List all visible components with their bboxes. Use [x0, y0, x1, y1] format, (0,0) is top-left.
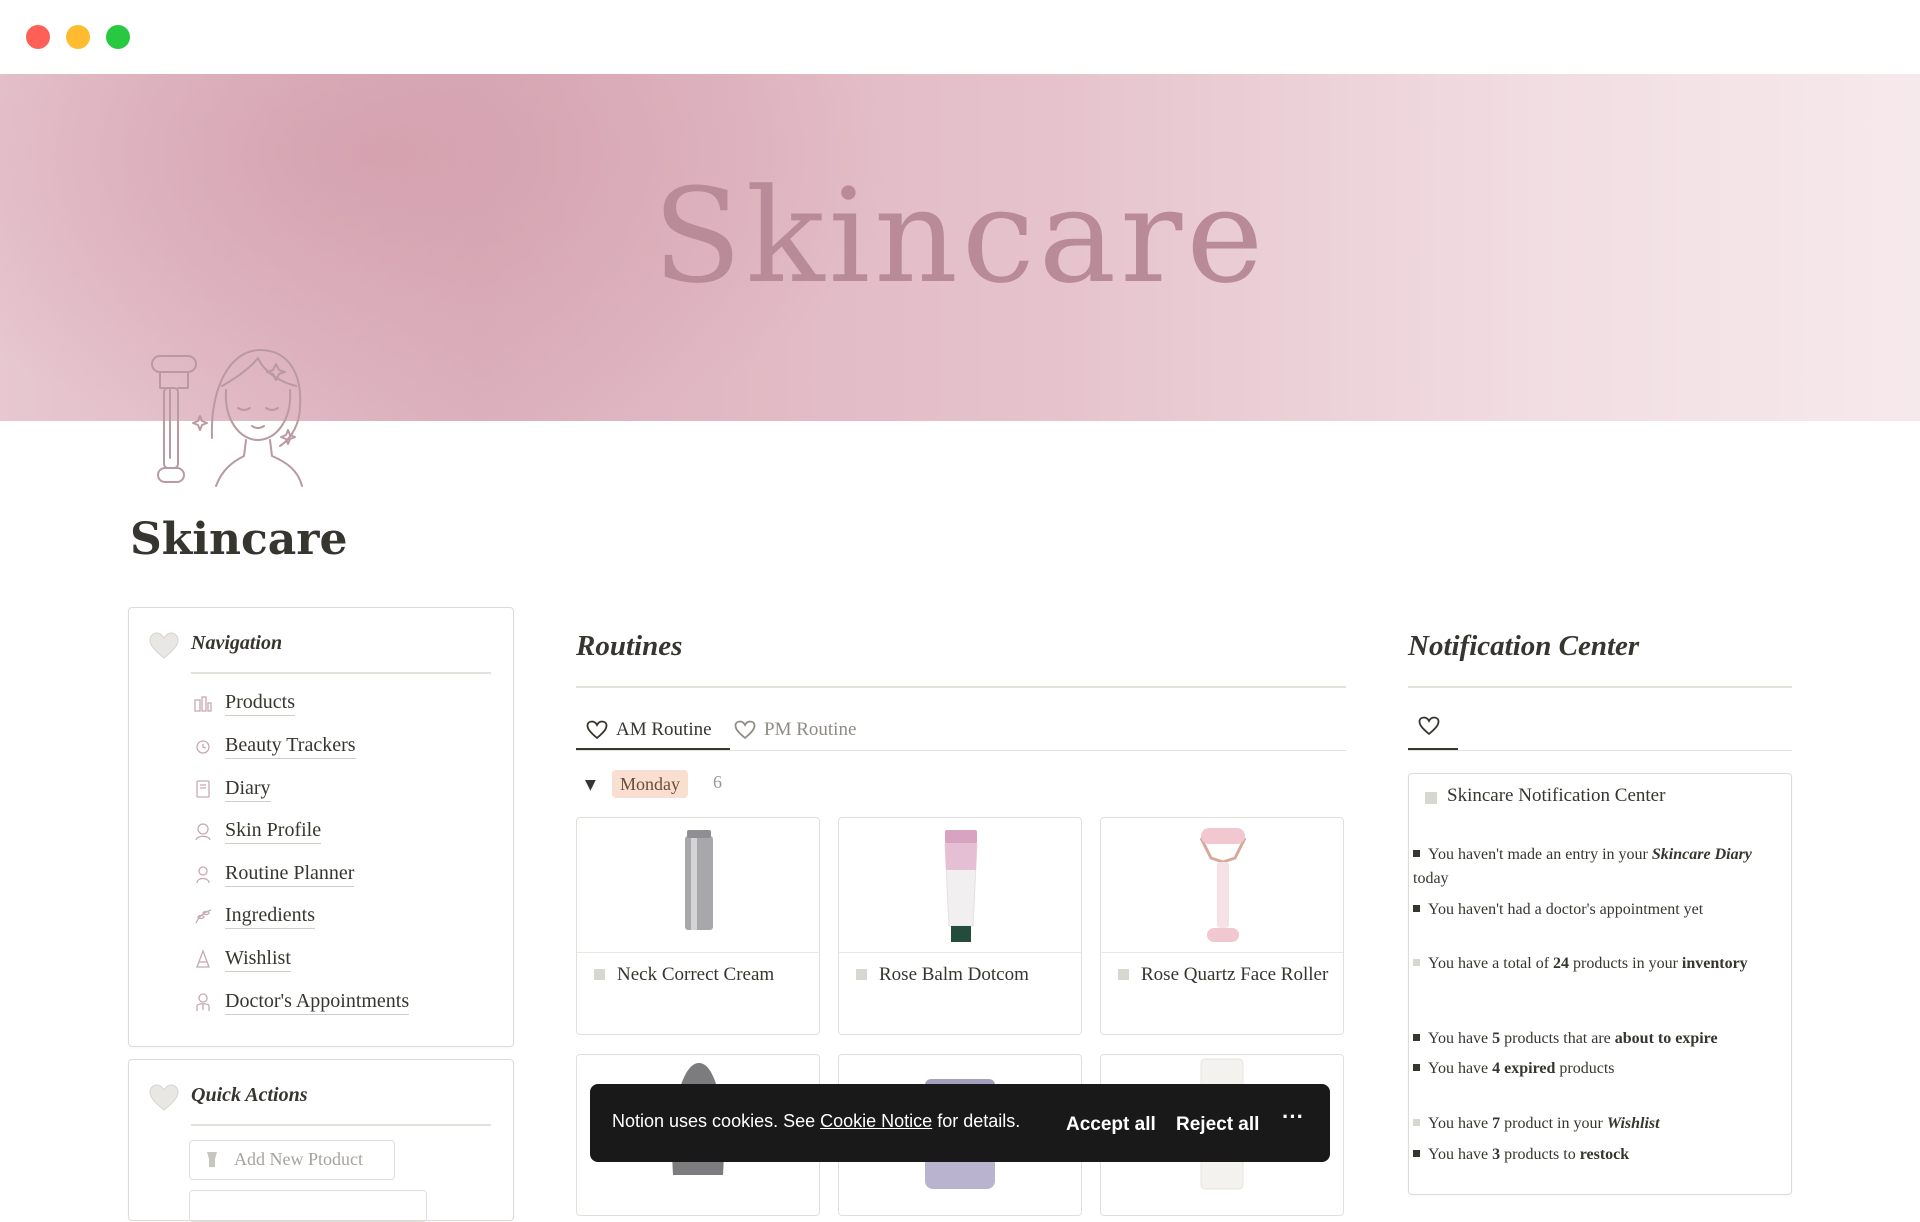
nav-label: Beauty Trackers — [225, 732, 356, 759]
product-image — [839, 818, 1081, 953]
quick-actions-card: Quick Actions Add New Ptoduct — [128, 1059, 514, 1222]
notification-wishlist: You have 7 product in your Wishlist — [1413, 1112, 1753, 1136]
heart-outline-icon — [734, 720, 756, 740]
heart-outline-icon — [586, 720, 608, 740]
reject-all-button[interactable]: Reject all — [1176, 1114, 1259, 1136]
notification-inventory: You have a total of 24 products in your … — [1413, 952, 1753, 976]
page-icon — [594, 969, 605, 980]
face-roller-icon — [151, 349, 303, 487]
page-icon — [1425, 792, 1437, 804]
page-title: Skincare — [130, 514, 348, 565]
more-options-button[interactable]: ··· — [1282, 1104, 1304, 1130]
wishlist-icon — [196, 949, 210, 968]
face-roller-product-icon — [1199, 828, 1247, 942]
product-image — [1101, 818, 1343, 953]
group-count: 6 — [713, 772, 722, 792]
product-card[interactable]: Rose Quartz Face Roller — [1100, 817, 1344, 1035]
nav-label: Routine Planner — [225, 860, 355, 887]
tabs-divider — [576, 750, 1346, 751]
ingredients-icon — [195, 909, 212, 924]
serum-bottle-icon — [685, 830, 713, 930]
cookie-message: Notion uses cookies. See Cookie Notice f… — [612, 1111, 1021, 1131]
notification-diary: You haven't made an entry in your Skinca… — [1413, 846, 1752, 887]
nav-item-routine-planner[interactable]: Routine Planner — [196, 858, 355, 888]
divider — [1408, 686, 1792, 688]
maximize-window-button[interactable] — [106, 25, 130, 49]
nav-item-beauty-trackers[interactable]: Beauty Trackers — [196, 730, 356, 760]
monday-tag: Monday — [612, 770, 688, 798]
nav-item-ingredients[interactable]: Ingredients — [195, 900, 315, 930]
product-name: Rose Quartz Face Roller — [1141, 964, 1329, 985]
nav-label: Products — [225, 689, 295, 716]
nav-item-doctors-appointments[interactable]: Doctor's Appointments — [196, 986, 410, 1016]
tab-pm-routine[interactable]: PM Routine — [734, 710, 856, 750]
navigation-heading: Navigation — [191, 632, 283, 654]
product-card[interactable]: Rose Balm Dotcom — [838, 817, 1082, 1035]
cookie-notice-link[interactable]: Cookie Notice — [820, 1111, 932, 1131]
tabs-divider — [1408, 750, 1792, 751]
notification-card-title: Skincare Notification Center — [1447, 785, 1666, 806]
nav-label: Diary — [225, 775, 271, 802]
page-icon — [856, 969, 867, 980]
tracker-icon — [196, 740, 210, 754]
divider — [576, 686, 1346, 688]
cookie-banner: Notion uses cookies. See Cookie Notice f… — [590, 1084, 1330, 1162]
heart-icon — [149, 632, 179, 659]
heart-icon — [149, 1084, 179, 1111]
add-new-product-button[interactable]: Add New Ptoduct — [189, 1140, 395, 1180]
product-card[interactable]: Neck Correct Cream — [576, 817, 820, 1035]
nav-label: Doctor's Appointments — [225, 988, 410, 1015]
notification-restock: You have 3 products to restock — [1413, 1143, 1753, 1167]
planner-icon — [196, 866, 210, 884]
page-icon — [1118, 969, 1129, 980]
nav-item-wishlist[interactable]: Wishlist — [196, 943, 291, 973]
quick-actions-heading: Quick Actions — [191, 1084, 308, 1106]
notification-center-heading: Notification Center — [1408, 630, 1640, 662]
cover-title: Skincare — [652, 160, 1268, 312]
minimize-window-button[interactable] — [66, 25, 90, 49]
product-icon — [207, 1152, 217, 1167]
routines-heading: Routines — [576, 630, 683, 662]
nav-item-products[interactable]: Products — [194, 687, 295, 717]
products-icon — [194, 696, 212, 712]
notification-expire: You have 5 products that are about to ex… — [1413, 1027, 1753, 1051]
tab-label: PM Routine — [764, 719, 857, 740]
nav-label: Ingredients — [225, 902, 315, 929]
add-new-product-label: Add New Ptoduct — [234, 1149, 363, 1169]
nav-label: Skin Profile — [225, 817, 322, 844]
balm-tube-icon — [944, 830, 978, 942]
divider — [191, 1124, 491, 1126]
nav-label: Wishlist — [225, 945, 291, 972]
navigation-card: Navigation Products Beauty Trackers Diar… — [128, 607, 514, 1047]
heart-outline-icon[interactable] — [1418, 716, 1440, 736]
product-name: Neck Correct Cream — [617, 964, 775, 985]
nav-item-diary[interactable]: Diary — [196, 773, 271, 803]
profile-icon — [195, 823, 211, 841]
close-window-button[interactable] — [26, 25, 50, 49]
diary-icon — [196, 780, 210, 798]
tab-label: AM Routine — [616, 719, 712, 740]
accept-all-button[interactable]: Accept all — [1066, 1114, 1156, 1136]
product-name: Rose Balm Dotcom — [879, 964, 1029, 985]
window-titlebar — [0, 0, 1920, 74]
group-toggle[interactable]: ▼ — [585, 777, 596, 793]
product-image — [577, 818, 819, 953]
tab-am-routine[interactable]: AM Routine — [586, 710, 712, 750]
quick-action-button[interactable] — [189, 1190, 427, 1222]
doctor-icon — [196, 993, 210, 1011]
notification-expired: You have 4 expired products — [1413, 1057, 1753, 1081]
notification-doctor: You haven't had a doctor's appointment y… — [1413, 898, 1753, 922]
divider — [191, 672, 491, 674]
nav-item-skin-profile[interactable]: Skin Profile — [195, 815, 322, 845]
